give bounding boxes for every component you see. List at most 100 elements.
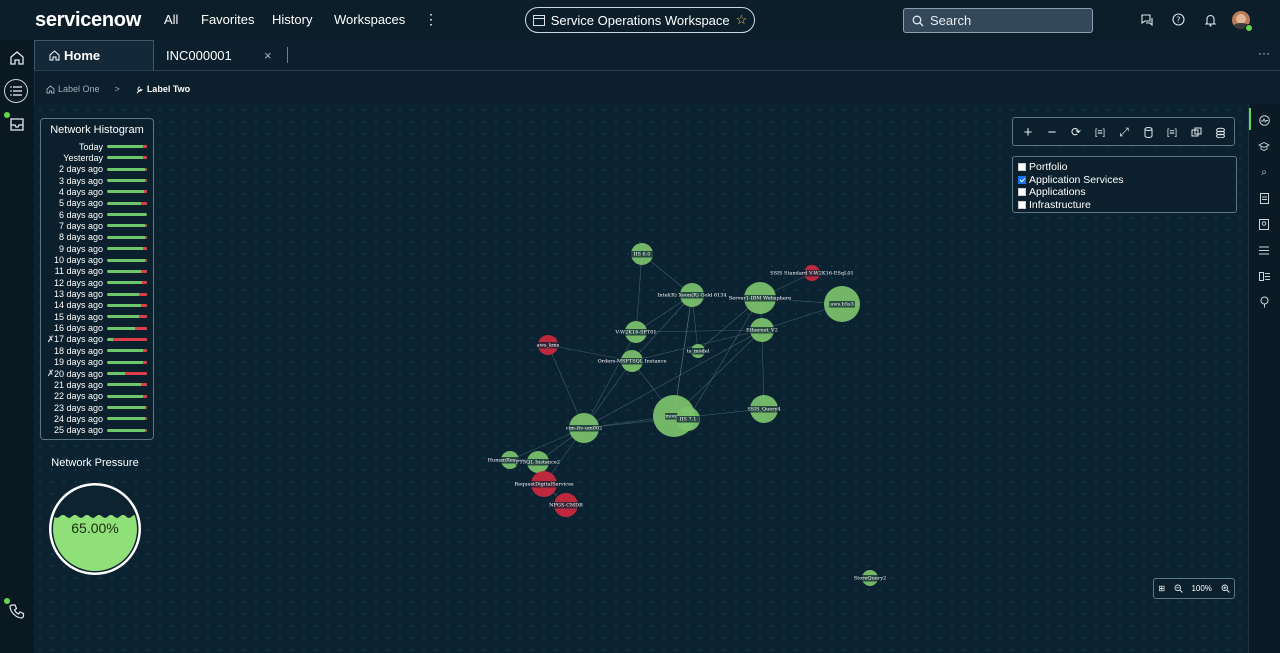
- lightbulb-icon[interactable]: [1256, 294, 1272, 310]
- filter-label: Applications: [1029, 186, 1086, 199]
- histogram-row[interactable]: 8 days ago: [43, 232, 151, 243]
- fit-vertical-icon[interactable]: [≡]: [1163, 123, 1181, 141]
- histogram-row[interactable]: 16 days ago: [43, 323, 151, 334]
- histogram-row[interactable]: 3 days ago: [43, 175, 151, 186]
- histogram-row[interactable]: 14 days ago: [43, 300, 151, 311]
- histogram-row-label: Today: [78, 141, 103, 152]
- histogram-row-label: 5 days ago: [58, 198, 103, 209]
- graph-node[interactable]: V-W2K16-SPT01: [614, 321, 657, 343]
- histogram-bar: [107, 235, 147, 239]
- histogram-row[interactable]: 11 days ago: [43, 266, 151, 277]
- histogram-bar: [107, 349, 147, 353]
- filter-applications[interactable]: Applications: [1013, 186, 1236, 199]
- database-icon[interactable]: [1139, 123, 1157, 141]
- histogram-row-label: 12 days ago: [53, 277, 103, 288]
- histogram-row[interactable]: Yesterday: [43, 152, 151, 163]
- histogram-bar: [107, 303, 147, 307]
- node-label: cim-itv-um002: [566, 426, 602, 432]
- zoom-in-icon[interactable]: +: [1019, 123, 1037, 141]
- histogram-bar: [107, 372, 147, 375]
- filter-portfolio[interactable]: Portfolio: [1013, 161, 1236, 174]
- histogram-row-label: 10 days ago: [53, 255, 103, 265]
- histogram-row[interactable]: 2 days ago: [43, 164, 151, 175]
- histogram-row[interactable]: ✗ 17 days ago: [43, 334, 151, 345]
- histogram-row[interactable]: 6 days ago: [43, 209, 151, 220]
- graph-node[interactable]: ts_model: [685, 344, 711, 358]
- graph-node[interactable]: aws.b5s3: [824, 286, 860, 322]
- histogram-row-label: 16 days ago: [53, 323, 103, 334]
- histogram-row[interactable]: 9 days ago: [43, 243, 151, 254]
- histogram-row-label: 2 days ago: [58, 164, 103, 175]
- checkbox-portfolio[interactable]: [1018, 163, 1026, 172]
- node-label: Ethernet_V2: [746, 328, 778, 334]
- layers-box-icon[interactable]: [1187, 123, 1205, 141]
- histogram-row-label: 9 days ago: [58, 243, 103, 254]
- filter-infrastructure[interactable]: Infrastructure: [1013, 199, 1236, 212]
- graduation-cap-icon[interactable]: [1256, 138, 1272, 154]
- histogram-bar: [107, 394, 147, 398]
- node-label: SSIS_Query4: [747, 407, 780, 413]
- active-indicator: [1249, 108, 1251, 130]
- histogram-row[interactable]: 23 days ago: [43, 402, 151, 413]
- histogram-bar: [107, 224, 147, 228]
- graph-node[interactable]: SSIS Standard V-W2K16-ESqL01: [770, 265, 854, 281]
- graph-node[interactable]: Intel(R) Xeon(R) Gold 6134: [654, 283, 730, 307]
- graph-node[interactable]: Server1-IBM Websphere: [729, 282, 791, 314]
- graph-node[interactable]: Ethernet_V2: [745, 318, 779, 342]
- histogram-row[interactable]: 12 days ago: [43, 277, 151, 288]
- histogram-bar: [107, 406, 147, 410]
- fit-map-icon[interactable]: ⊞: [1158, 584, 1165, 593]
- graph-node[interactable]: IIS 6.0: [630, 243, 654, 265]
- histogram-row[interactable]: 15 days ago: [43, 311, 151, 322]
- filter-application-services[interactable]: Application Services: [1013, 174, 1236, 187]
- histogram-row-label: 3 days ago: [58, 175, 103, 186]
- graph-node[interactable]: StoreQuery2: [853, 570, 887, 586]
- zoom-out-icon[interactable]: −: [1043, 123, 1061, 141]
- histogram-row[interactable]: ✗ 20 days ago: [43, 368, 151, 379]
- histogram-row[interactable]: Today: [43, 141, 151, 152]
- zoom-in-magnifier-icon[interactable]: [1221, 584, 1230, 593]
- graph-node[interactable]: cim-itv-um002: [564, 413, 604, 443]
- histogram-row[interactable]: 22 days ago: [43, 391, 151, 402]
- node-label: RequestDigitalServices: [514, 482, 574, 488]
- attachment-icon[interactable]: ⌕: [1256, 164, 1272, 180]
- histogram-row[interactable]: 7 days ago: [43, 220, 151, 231]
- graph-node[interactable]: aws_kms: [536, 335, 560, 355]
- fit-horizontal-icon[interactable]: [≡]: [1091, 123, 1109, 141]
- columns-icon[interactable]: [1256, 268, 1272, 284]
- stack-icon[interactable]: [1211, 123, 1229, 141]
- zoom-out-magnifier-icon[interactable]: [1174, 584, 1183, 593]
- histogram-row[interactable]: 13 days ago: [43, 289, 151, 300]
- graph-node[interactable]: SSIS_Query4: [747, 395, 781, 423]
- histogram-row[interactable]: 18 days ago: [43, 345, 151, 356]
- histogram-row[interactable]: 10 days ago: [43, 255, 151, 266]
- network-graph: IIS 6.0 SSIS Standard V-W2K16-ESqL01 Intel…: [488, 243, 887, 586]
- histogram-row-label: 8 days ago: [58, 232, 103, 243]
- activity-icon[interactable]: [1256, 112, 1272, 128]
- graph-node[interactable]: FTSQL Instance2: [515, 451, 561, 473]
- contact-card-icon[interactable]: [1256, 216, 1272, 232]
- refresh-icon[interactable]: ⟳: [1067, 123, 1085, 141]
- layer-filter-panel: Portfolio Application Services Applicati…: [1012, 156, 1237, 213]
- histogram-bar: [107, 258, 147, 262]
- histogram-row[interactable]: 25 days ago: [43, 425, 151, 436]
- histogram-row[interactable]: 19 days ago: [43, 357, 151, 368]
- document-icon[interactable]: [1256, 190, 1272, 206]
- checkbox-application-services[interactable]: [1018, 175, 1026, 184]
- histogram-row[interactable]: 21 days ago: [43, 379, 151, 390]
- expand-icon[interactable]: ⤢: [1115, 123, 1133, 141]
- graph-node[interactable]: Orders-MSFTSQL Instance: [598, 350, 667, 372]
- graph-node[interactable]: NPGS-CMDB: [549, 493, 583, 517]
- histogram-row[interactable]: 5 days ago: [43, 198, 151, 209]
- histogram-row[interactable]: 24 days ago: [43, 413, 151, 424]
- graph-edge: [635, 253, 643, 333]
- checkbox-infrastructure[interactable]: [1018, 200, 1026, 209]
- node-label: FTSQL Instance2: [516, 460, 560, 466]
- histogram-row-label: 25 days ago: [53, 425, 103, 436]
- histogram-title: Network Histogram: [50, 124, 144, 136]
- checkbox-applications[interactable]: [1018, 188, 1026, 197]
- histogram-row[interactable]: 4 days ago: [43, 186, 151, 197]
- histogram-bar: [107, 179, 147, 183]
- list-lines-icon[interactable]: [1256, 242, 1272, 258]
- graph-node[interactable]: IIS 7.1: [676, 407, 700, 431]
